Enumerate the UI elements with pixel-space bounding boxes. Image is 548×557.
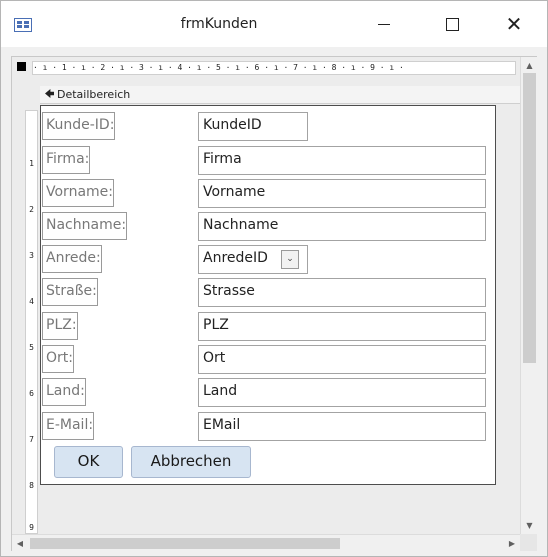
form-window: frmKunden ✕ · ı · 1 · ı · 2 · ı · 3 · ı … xyxy=(0,0,548,557)
maximize-button[interactable] xyxy=(429,1,475,47)
ruler-tick-1: 1 xyxy=(29,159,34,168)
horizontal-scroll-thumb[interactable] xyxy=(30,538,340,549)
label-vorname[interactable]: Vorname: xyxy=(42,179,114,207)
label-ort[interactable]: Ort: xyxy=(42,345,74,373)
label-anrede[interactable]: Anrede: xyxy=(42,245,102,273)
textbox-email[interactable]: EMail xyxy=(198,412,486,441)
scroll-right-icon[interactable]: ▶ xyxy=(504,535,520,551)
textbox-nachname[interactable]: Nachname xyxy=(198,212,486,241)
label-strasse[interactable]: Straße: xyxy=(42,278,98,306)
cancel-button[interactable]: Abbrechen xyxy=(131,446,251,478)
textbox-kunde-id[interactable]: KundeID xyxy=(198,112,308,141)
ok-button[interactable]: OK xyxy=(54,446,123,478)
detail-section: Kunde-ID: KundeID Firma: Firma Vorname: … xyxy=(40,105,496,485)
section-label: Detailbereich xyxy=(57,88,131,101)
ruler-tick-7: 7 xyxy=(29,435,34,444)
ruler-tick-4: 4 xyxy=(29,297,34,306)
textbox-ort[interactable]: Ort xyxy=(198,345,486,374)
close-icon: ✕ xyxy=(505,12,523,36)
combobox-anrede-value: AnredeID xyxy=(203,250,268,266)
label-land[interactable]: Land: xyxy=(42,378,86,406)
scroll-left-icon[interactable]: ◀ xyxy=(12,535,28,551)
minimize-icon xyxy=(378,23,390,25)
ruler-tick-6: 6 xyxy=(29,389,34,398)
chevron-down-icon[interactable]: ⌄ xyxy=(281,250,299,269)
ruler-tick-9: 9 xyxy=(29,523,34,532)
title-bar[interactable]: frmKunden ✕ xyxy=(1,1,547,47)
maximize-icon xyxy=(445,17,459,31)
vertical-scroll-thumb[interactable] xyxy=(523,73,536,363)
combobox-anrede[interactable]: AnredeID ⌄ xyxy=(198,245,308,274)
ruler-tick-3: 3 xyxy=(29,251,34,260)
scroll-down-icon[interactable]: ▼ xyxy=(521,517,538,533)
textbox-vorname[interactable]: Vorname xyxy=(198,179,486,208)
ruler-tick-5: 5 xyxy=(29,343,34,352)
horizontal-scrollbar[interactable]: ◀ ▶ xyxy=(12,534,520,551)
textbox-firma[interactable]: Firma xyxy=(198,146,486,175)
scroll-corner xyxy=(520,534,537,551)
label-kunde-id[interactable]: Kunde-ID: xyxy=(42,112,116,140)
ruler-tick-8: 8 xyxy=(29,481,34,490)
design-surface: · ı · 1 · ı · 2 · ı · 3 · ı · 4 · ı · 5 … xyxy=(11,56,537,551)
label-plz[interactable]: PLZ: xyxy=(42,312,78,340)
scroll-up-icon[interactable]: ▲ xyxy=(521,57,538,73)
vertical-ruler: 1 2 3 4 5 6 7 8 9 xyxy=(25,110,38,534)
close-button[interactable]: ✕ xyxy=(491,1,537,47)
ruler-tick-2: 2 xyxy=(29,205,34,214)
horizontal-ruler: · ı · 1 · ı · 2 · ı · 3 · ı · 4 · ı · 5 … xyxy=(32,61,516,75)
textbox-plz[interactable]: PLZ xyxy=(198,312,486,341)
label-email[interactable]: E-Mail: xyxy=(42,412,95,440)
minimize-button[interactable] xyxy=(361,1,407,47)
section-arrow-icon xyxy=(45,89,54,98)
vertical-scrollbar[interactable]: ▲ ▼ xyxy=(520,57,537,534)
label-nachname[interactable]: Nachname: xyxy=(42,212,128,240)
form-selector[interactable] xyxy=(17,62,26,71)
textbox-strasse[interactable]: Strasse xyxy=(198,278,486,307)
label-firma[interactable]: Firma: xyxy=(42,146,91,174)
textbox-land[interactable]: Land xyxy=(198,378,486,407)
section-header[interactable]: Detailbereich xyxy=(40,86,520,104)
